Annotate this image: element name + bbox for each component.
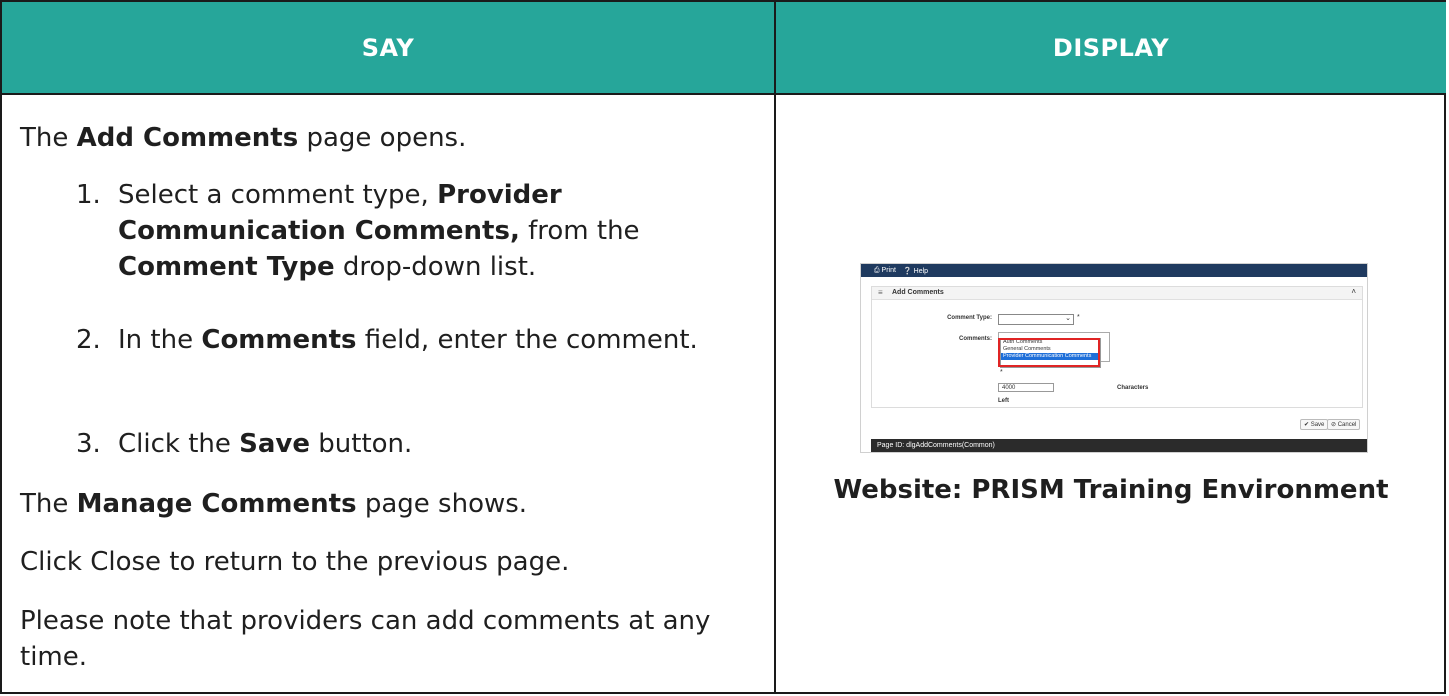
help-link[interactable]: ❔ Help	[903, 267, 928, 275]
step-number: 2.	[76, 325, 101, 355]
screenshot-caption: Website: PRISM Training Environment	[833, 475, 1389, 505]
required-mark: *	[1077, 314, 1080, 321]
page-id-text: Page ID: dlgAddComments(Common)	[877, 442, 995, 449]
comment-type-select[interactable]: ⌄	[998, 314, 1074, 325]
note-paragraph: Please note that providers can add comme…	[20, 606, 711, 672]
step-number: 3.	[76, 429, 101, 459]
panel-header: ≡ Add Comments ˄	[872, 287, 1362, 300]
step-text: Click the Save button.	[118, 429, 413, 459]
close-paragraph: Click Close to return to the previous pa…	[20, 547, 570, 577]
char-count-field: 4000	[998, 383, 1054, 392]
grid-icon: ≡	[878, 288, 883, 297]
step-text: Select a comment type, Provider Communic…	[118, 180, 640, 282]
chevron-down-icon: ⌄	[1065, 315, 1071, 322]
left-label: Left	[998, 398, 1009, 404]
comment-type-label: Comment Type:	[947, 315, 992, 321]
display-header: DISPLAY	[776, 2, 1446, 93]
add-comments-panel: ≡ Add Comments ˄ Comment Type: ⌄ * Comme…	[871, 286, 1363, 430]
instruction-table: SAY DISPLAY The Add Comments page opens.…	[0, 0, 1446, 694]
cancel-button[interactable]: ⊘ Cancel	[1327, 419, 1361, 430]
column-divider	[774, 95, 776, 694]
say-header-label: SAY	[361, 33, 415, 62]
intro-paragraph: The Add Comments page opens.	[20, 123, 467, 153]
print-link[interactable]: ⎙ Print	[874, 267, 896, 275]
manage-paragraph: The Manage Comments page shows.	[20, 489, 528, 519]
panel-title: Add Comments	[892, 289, 944, 296]
comments-label: Comments:	[958, 336, 992, 342]
header-divider	[2, 93, 1444, 95]
say-header: SAY	[2, 2, 776, 93]
step-text: In the Comments field, enter the comment…	[118, 325, 698, 355]
page-id-bar: Page ID: dlgAddComments(Common)	[871, 439, 1367, 452]
add-comments-screenshot: ⎙ Print ❔ Help ≡ Add Comments ˄ Comment …	[861, 264, 1367, 452]
required-mark: *	[1000, 369, 1003, 376]
toolbar: ⎙ Print ❔ Help	[861, 264, 1367, 277]
highlight-box	[998, 338, 1100, 367]
display-header-label: DISPLAY	[1052, 33, 1170, 62]
save-button[interactable]: ✔ Save	[1300, 419, 1329, 430]
step-number: 1.	[76, 180, 101, 210]
collapse-icon[interactable]: ˄	[1351, 287, 1356, 296]
characters-label: Characters	[1117, 385, 1149, 391]
